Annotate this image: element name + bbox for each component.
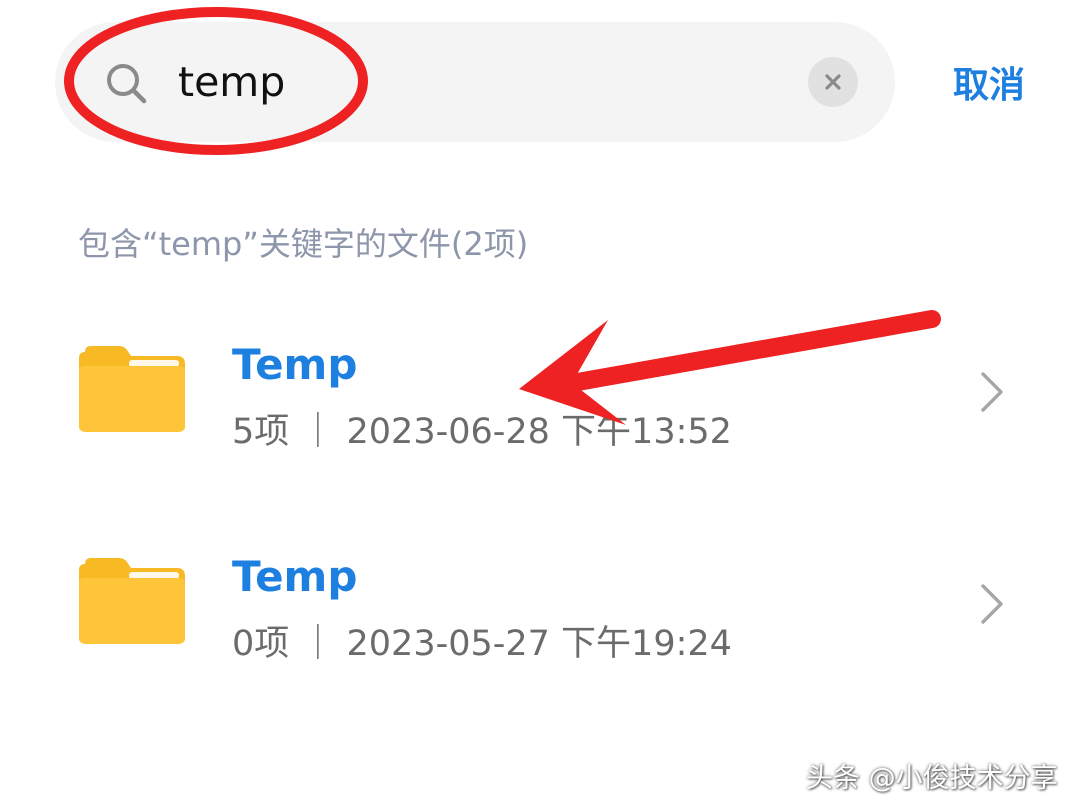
search-icon bbox=[107, 64, 147, 104]
item-meta: 0项 ｜ 2023-05-27 下午19:24 bbox=[232, 624, 732, 664]
close-icon bbox=[825, 74, 841, 90]
watermark: 头条 @小俊技术分享 bbox=[806, 763, 1058, 794]
item-name: Temp bbox=[232, 552, 358, 601]
folder-icon bbox=[79, 346, 185, 432]
search-input[interactable] bbox=[178, 50, 738, 114]
folder-icon bbox=[79, 558, 185, 644]
item-meta: 5项 ｜ 2023-06-28 下午13:52 bbox=[232, 412, 732, 452]
list-item[interactable]: Temp 0项 ｜ 2023-05-27 下午19:24 bbox=[0, 512, 1080, 692]
list-item[interactable]: Temp 5项 ｜ 2023-06-28 下午13:52 bbox=[0, 300, 1080, 480]
cancel-button[interactable]: 取消 bbox=[953, 56, 1025, 108]
clear-search-button[interactable] bbox=[808, 57, 858, 107]
item-name: Temp bbox=[232, 340, 358, 389]
chevron-right-icon bbox=[981, 584, 1003, 624]
results-heading: 包含“temp”关键字的文件(2项) bbox=[78, 225, 529, 263]
chevron-right-icon bbox=[981, 372, 1003, 412]
